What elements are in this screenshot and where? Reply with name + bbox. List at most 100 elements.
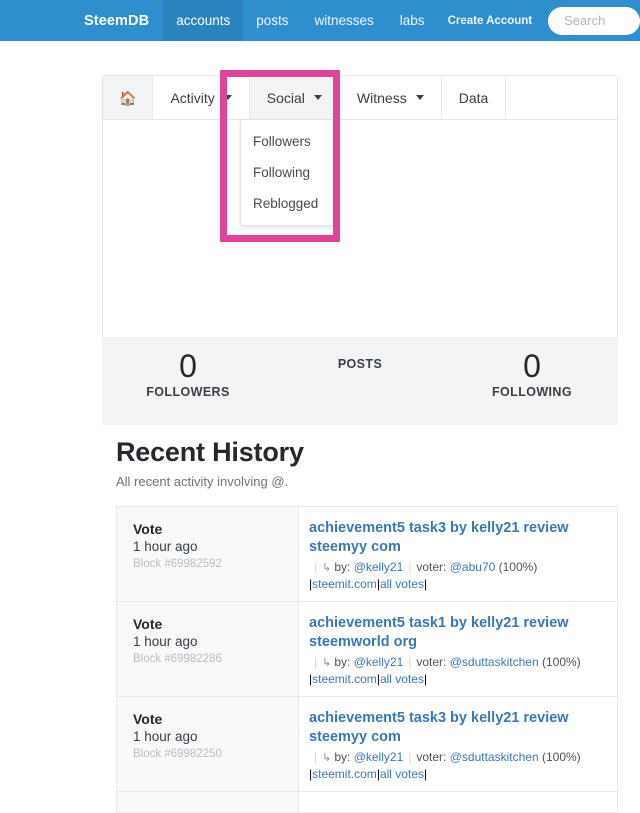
meta-divider: | xyxy=(423,767,428,782)
tab-content-area xyxy=(103,120,617,337)
stat-posts[interactable]: POSTS xyxy=(274,337,446,425)
row-detail-cell: achievement5 task3 by kelly21 review ste… xyxy=(299,507,617,602)
vote-weight: (100%) xyxy=(498,560,538,575)
dropdown-item-following[interactable]: Following xyxy=(241,157,338,188)
steemit-link[interactable]: steemit.com xyxy=(312,672,377,686)
dropdown-item-followers[interactable]: Followers xyxy=(241,126,338,157)
history-table: Vote 1 hour ago Block #69982592 achievem… xyxy=(116,506,618,813)
search-input[interactable]: Search xyxy=(548,6,640,35)
operation-meta: | ↳ by: @kelly21 | voter: @abu70 (100%) xyxy=(309,560,607,574)
voter-label: voter: xyxy=(416,560,447,575)
meta-divider: | xyxy=(408,750,412,765)
row-detail-cell: achievement5 task1 by kelly21 review ste… xyxy=(299,602,617,697)
tab-social[interactable]: Social xyxy=(249,76,340,119)
meta-divider: | xyxy=(423,577,428,592)
operation-links: | steemit.com | all votes | xyxy=(309,767,607,781)
tab-data-label: Data xyxy=(458,89,489,106)
operation-type: Vote xyxy=(133,616,163,633)
stat-followers[interactable]: 0 FOLLOWERS xyxy=(102,337,274,425)
voter-label: voter: xyxy=(416,750,447,765)
post-title-link[interactable]: achievement5 task3 by kelly21 review ste… xyxy=(309,709,607,746)
row-meta-cell: Vote 1 hour ago Block #69982592 xyxy=(117,507,299,602)
steemit-link[interactable]: steemit.com xyxy=(312,767,377,781)
profile-stats: 0 FOLLOWERS POSTS 0 FOLLOWING xyxy=(102,337,618,425)
all-votes-link[interactable]: all votes xyxy=(380,577,424,591)
create-account-link[interactable]: Create Account xyxy=(438,0,543,41)
stat-following-value: 0 xyxy=(523,348,541,384)
row-detail-cell: achievement5 task3 by kelly21 review ste… xyxy=(299,697,617,792)
nav-item-accounts[interactable]: accounts xyxy=(163,0,244,41)
nav-item-labs[interactable]: labs xyxy=(387,0,438,41)
operation-links: | steemit.com | all votes | xyxy=(309,672,607,686)
voter-label: voter: xyxy=(416,655,447,670)
chevron-down-icon xyxy=(223,95,232,100)
page-subtitle: All recent activity involving @. xyxy=(116,474,289,489)
operation-meta: | ↳ by: @kelly21 | voter: @sduttaskitche… xyxy=(309,750,607,764)
account-card: 🏠 Activity Social Witness Data Followers… xyxy=(102,75,618,338)
navbar-left-spacer xyxy=(0,0,70,41)
vote-weight: (100%) xyxy=(541,655,581,670)
post-title-link[interactable]: achievement5 task3 by kelly21 review ste… xyxy=(309,519,607,556)
row-meta-cell xyxy=(117,792,299,813)
post-title-link[interactable]: achievement5 task1 by kelly21 review ste… xyxy=(309,614,607,651)
table-row[interactable] xyxy=(117,792,617,813)
author-link[interactable]: @kelly21 xyxy=(354,750,404,764)
operation-time: 1 hour ago xyxy=(133,634,198,650)
social-dropdown-menu: Followers Following Reblogged xyxy=(240,120,339,226)
home-icon: 🏠 xyxy=(119,89,137,106)
operation-meta: | ↳ by: @kelly21 | voter: @sduttaskitche… xyxy=(309,655,607,669)
tab-witness-label: Witness xyxy=(356,89,407,106)
tab-activity[interactable]: Activity xyxy=(153,76,250,119)
tab-home[interactable]: 🏠 xyxy=(103,76,154,119)
meta-divider: | xyxy=(408,560,412,575)
tabstrip-filler xyxy=(506,76,617,119)
tab-activity-label: Activity xyxy=(170,89,215,106)
author-label: by: xyxy=(334,655,351,670)
row-meta-cell: Vote 1 hour ago Block #69982286 xyxy=(117,602,299,697)
meta-divider: | xyxy=(314,750,318,765)
stat-following-label: FOLLOWING xyxy=(492,384,572,399)
nav-item-witnesses[interactable]: witnesses xyxy=(302,0,387,41)
brand-logo[interactable]: SteemDB xyxy=(70,0,163,41)
chevron-down-icon xyxy=(415,95,424,100)
row-detail-cell xyxy=(299,792,617,813)
stat-posts-label: POSTS xyxy=(337,357,383,371)
tab-witness[interactable]: Witness xyxy=(340,76,442,119)
top-navbar: SteemDB accounts posts witnesses labs Cr… xyxy=(0,0,640,41)
operation-time: 1 hour ago xyxy=(133,729,198,745)
meta-divider: | xyxy=(423,672,428,687)
author-label: by: xyxy=(334,750,351,765)
tab-data[interactable]: Data xyxy=(442,76,507,119)
stat-followers-value: 0 xyxy=(179,348,197,384)
operation-block: Block #69982250 xyxy=(133,748,222,761)
row-meta-cell: Vote 1 hour ago Block #69982250 xyxy=(117,697,299,792)
meta-divider: | xyxy=(408,655,412,670)
reply-arrow-icon: ↳ xyxy=(322,561,332,574)
operation-time: 1 hour ago xyxy=(133,539,198,554)
all-votes-link[interactable]: all votes xyxy=(380,672,424,686)
account-tabstrip: 🏠 Activity Social Witness Data xyxy=(103,76,617,120)
reply-arrow-icon: ↳ xyxy=(322,656,332,669)
steemit-link[interactable]: steemit.com xyxy=(312,577,377,591)
reply-arrow-icon: ↳ xyxy=(322,751,332,764)
page-title: Recent History xyxy=(116,437,304,467)
table-row[interactable]: Vote 1 hour ago Block #69982250 achievem… xyxy=(117,697,617,793)
voter-link[interactable]: @sduttaskitchen xyxy=(450,655,539,669)
nav-item-posts[interactable]: posts xyxy=(243,0,301,41)
table-row[interactable]: Vote 1 hour ago Block #69982286 achievem… xyxy=(117,602,617,698)
operation-block: Block #69982592 xyxy=(133,558,222,570)
table-row[interactable]: Vote 1 hour ago Block #69982592 achievem… xyxy=(117,507,617,603)
author-link[interactable]: @kelly21 xyxy=(354,560,404,574)
operation-links: | steemit.com | all votes | xyxy=(309,577,607,591)
stat-following[interactable]: 0 FOLLOWING xyxy=(446,337,618,425)
chevron-down-icon xyxy=(313,95,322,100)
tab-social-label: Social xyxy=(266,89,305,106)
author-link[interactable]: @kelly21 xyxy=(354,655,404,669)
meta-divider: | xyxy=(314,560,318,575)
author-label: by: xyxy=(334,560,351,575)
dropdown-item-reblogged[interactable]: Reblogged xyxy=(241,188,338,219)
voter-link[interactable]: @sduttaskitchen xyxy=(450,750,539,764)
all-votes-link[interactable]: all votes xyxy=(380,767,424,781)
voter-link[interactable]: @abu70 xyxy=(450,560,496,574)
operation-type: Vote xyxy=(133,711,163,728)
